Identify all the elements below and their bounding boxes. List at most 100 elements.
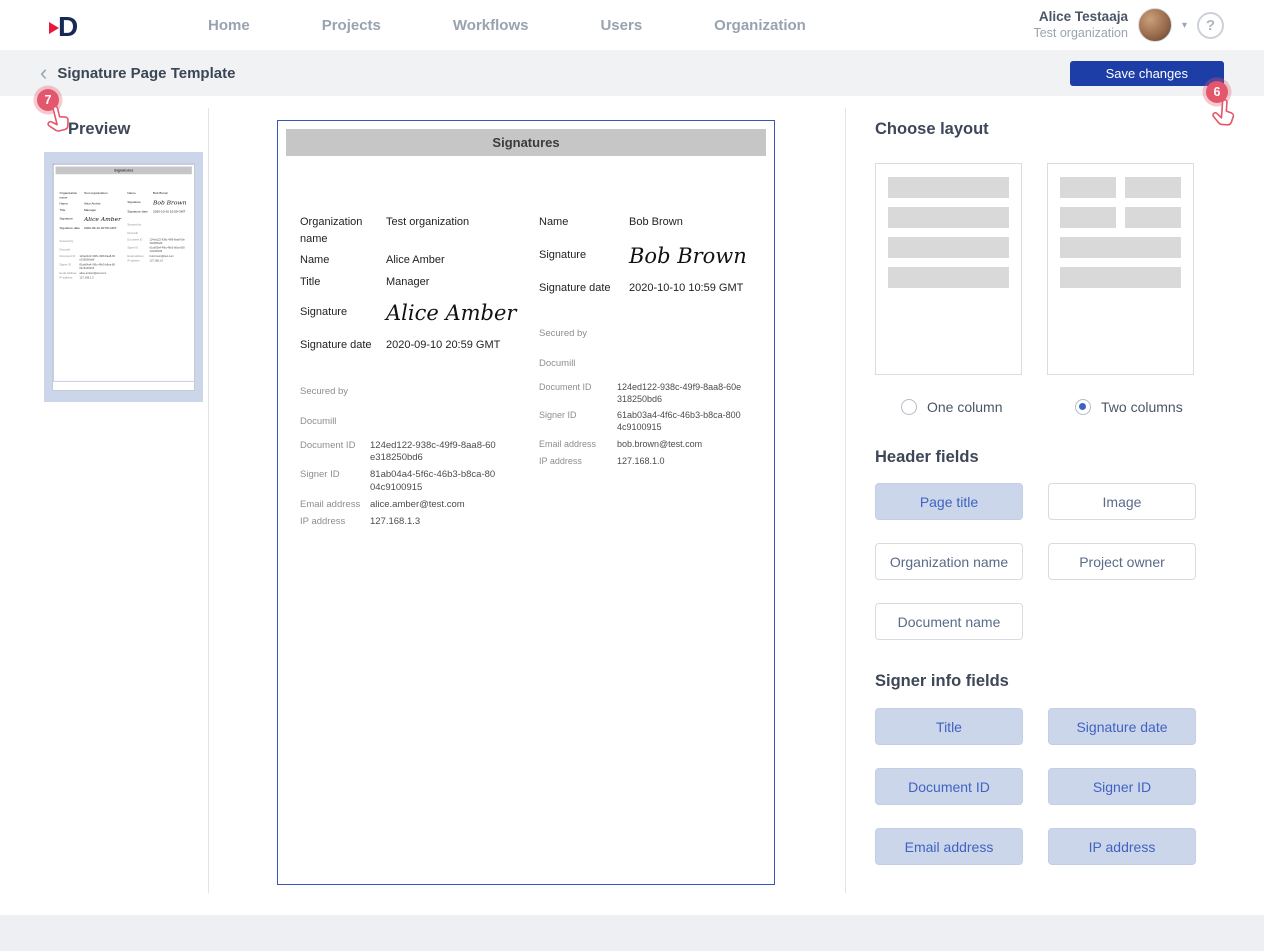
placeholder-bar xyxy=(1060,177,1116,198)
layout-option-one-column[interactable] xyxy=(875,163,1022,375)
meta-label: Document ID xyxy=(300,440,370,465)
meta-label: Email address xyxy=(60,272,80,276)
field-label: Signature date xyxy=(60,226,84,231)
field-value: Test organization xyxy=(84,191,108,200)
field-chip-ip-address[interactable]: IP address xyxy=(1048,828,1196,865)
user-menu[interactable]: Alice Testaaja Test organization ▾ xyxy=(1033,8,1187,42)
field-label: Organization name xyxy=(300,214,386,247)
page-header: ‹ Signature Page Template Save changes xyxy=(0,50,1264,96)
navbar-right: Alice Testaaja Test organization ▾ ? xyxy=(1033,0,1224,50)
field-label: Name xyxy=(300,252,386,269)
nav-item-workflows[interactable]: Workflows xyxy=(453,17,529,34)
field-label: Signature date xyxy=(539,280,629,297)
field-row: Title Manager xyxy=(60,208,128,213)
field-row: Name Bob Brown xyxy=(539,214,764,231)
radio-two-columns[interactable]: Two columns xyxy=(1075,399,1183,415)
signer-fields-heading: Signer info fields xyxy=(875,672,1009,691)
provider-label: Documill xyxy=(60,248,128,251)
nav-item-users[interactable]: Users xyxy=(600,17,642,34)
field-label: Signature date xyxy=(300,337,386,354)
field-value: 2020-09-10 20:59 GMT xyxy=(84,226,116,231)
meta-label: IP address xyxy=(539,456,617,468)
field-chip-document-id[interactable]: Document ID xyxy=(875,768,1023,805)
placeholder-bar xyxy=(1060,267,1181,288)
meta-label: Signer ID xyxy=(300,469,370,494)
signature-row: Signature Bob Brown xyxy=(539,247,764,268)
meta-rows: Document ID 124ed122-938c-49f9-8aa8-60e3… xyxy=(539,382,764,467)
user-text: Alice Testaaja Test organization xyxy=(1033,9,1128,42)
save-changes-button[interactable]: Save changes xyxy=(1070,61,1224,86)
meta-value: 127.168.1.3 xyxy=(79,277,93,281)
field-chip-title[interactable]: Title xyxy=(875,708,1023,745)
brand-logo[interactable]: D xyxy=(44,9,88,41)
placeholder-bar xyxy=(888,177,1009,198)
meta-row: Signer ID 81ab04a4-5f6c-46b3-b8ca-8004c9… xyxy=(60,263,128,270)
meta-label: Signer ID xyxy=(60,263,80,270)
field-chip-signature-date[interactable]: Signature date xyxy=(1048,708,1196,745)
provider-label: Documill xyxy=(127,232,191,235)
field-label: Signature xyxy=(300,304,386,325)
field-value: Manager xyxy=(386,274,429,291)
radio-one-column[interactable]: One column xyxy=(901,399,1002,415)
meta-label: Email address xyxy=(300,499,370,511)
field-value: Alice Amber xyxy=(386,252,445,269)
meta-value: 81ab04a4-5f6c-46b3-b8ca-8004c9100915 xyxy=(79,263,115,270)
page: D Home Projects Workflows Users Organiza… xyxy=(0,0,1264,951)
meta-row: Document ID 124ed122-938c-49f9-8aa8-60e3… xyxy=(300,440,539,465)
nav-item-home[interactable]: Home xyxy=(208,17,250,34)
field-chip-signer-id[interactable]: Signer ID xyxy=(1048,768,1196,805)
field-label: Organization name xyxy=(60,191,84,200)
chevron-down-icon[interactable]: ▾ xyxy=(1182,20,1187,31)
divider xyxy=(208,108,209,893)
help-button[interactable]: ? xyxy=(1197,12,1224,39)
choose-layout-heading: Choose layout xyxy=(875,120,989,139)
field-chip-organization-name[interactable]: Organization name xyxy=(875,543,1023,580)
meta-row: Signer ID 61ab03a4-4f6c-46b3-b8ca-8004c9… xyxy=(127,246,191,253)
layout-option-two-columns[interactable] xyxy=(1047,163,1194,375)
meta-row: IP address 127.168.1.0 xyxy=(127,259,191,262)
layout-cards xyxy=(875,163,1194,375)
meta-label: IP address xyxy=(300,516,370,528)
secured-by-label: Secured by xyxy=(60,239,128,242)
signature-row: Signature Alice Amber xyxy=(60,216,128,222)
field-value: Alice Amber xyxy=(84,201,101,206)
signature-script: Bob Brown xyxy=(153,199,186,206)
documill-logo-icon: D xyxy=(44,9,88,41)
avatar[interactable] xyxy=(1138,8,1172,42)
radio-icon-two-columns[interactable] xyxy=(1075,399,1091,415)
signature-document: Signatures Organization name Test organi… xyxy=(277,120,775,885)
field-label: Signature date xyxy=(127,209,153,214)
meta-value: alice.amber@test.com xyxy=(370,499,465,511)
field-chip-page-title[interactable]: Page title xyxy=(875,483,1023,520)
placeholder-bar xyxy=(1060,237,1181,258)
field-label: Signature xyxy=(60,216,84,222)
breadcrumb: ‹ Signature Page Template xyxy=(40,62,235,84)
meta-value: bob.brown@test.com xyxy=(617,439,702,451)
signer-block-left: Organization name Test organization Name… xyxy=(300,214,539,534)
document-title: Signatures xyxy=(286,129,766,156)
nav-item-organization[interactable]: Organization xyxy=(714,17,806,34)
field-chip-document-name[interactable]: Document name xyxy=(875,603,1023,640)
field-chip-email-address[interactable]: Email address xyxy=(875,828,1023,865)
preview-thumbnail[interactable]: Signatures Organization name Test organi… xyxy=(44,152,203,402)
brand-letter: D xyxy=(58,11,78,41)
field-chip-project-owner[interactable]: Project owner xyxy=(1048,543,1196,580)
meta-row: Email address bob.brown@test.com xyxy=(127,255,191,258)
meta-value: alice.amber@test.com xyxy=(79,272,106,276)
field-value: 2020-10-10 10:59 GMT xyxy=(153,209,185,214)
radio-label: Two columns xyxy=(1101,399,1183,415)
nav-item-projects[interactable]: Projects xyxy=(322,17,381,34)
placeholder-bar xyxy=(1125,207,1181,228)
signer-block-left: Organization name Test organization Name… xyxy=(60,191,128,282)
provider-label: Documill xyxy=(539,358,764,369)
field-chip-image[interactable]: Image xyxy=(1048,483,1196,520)
back-chevron-icon[interactable]: ‹ xyxy=(40,62,47,84)
field-row: Organization name Test organization xyxy=(300,214,539,247)
meta-value: 127.168.1.3 xyxy=(370,516,420,528)
meta-rows: Document ID 124ed122-938c-49f9-8aa8-60e3… xyxy=(300,440,539,529)
field-label: Name xyxy=(60,201,84,206)
signature-row: Signature Alice Amber xyxy=(300,304,539,325)
signature-date-row: Signature date 2020-09-10 20:59 GMT xyxy=(300,337,539,354)
radio-icon-one-column[interactable] xyxy=(901,399,917,415)
meta-row: Signer ID 61ab03a4-4f6c-46b3-b8ca-8004c9… xyxy=(539,410,764,433)
